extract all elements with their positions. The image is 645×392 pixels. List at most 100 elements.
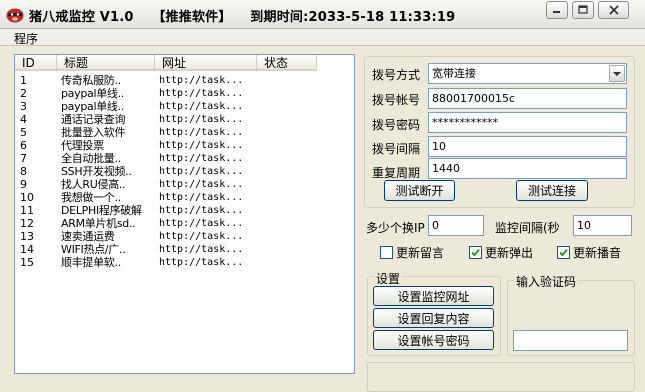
row-id: 10 [20,191,34,204]
table-row[interactable]: 6 代理投票 http://task... [15,139,354,152]
column-header-status[interactable]: 状态 [257,55,317,71]
column-header-url[interactable]: 网址 [155,55,257,71]
monitor-interval-input[interactable]: 10 [573,215,632,236]
menu-bar: 程序 [0,29,645,46]
row-url: http://task... [159,140,244,151]
checkbox-box[interactable] [557,246,570,259]
row-id: 8 [20,165,27,178]
table-row[interactable]: 1 传奇私服防.. http://task... [15,74,354,87]
repeat-cycle-input[interactable]: 1440 [428,158,627,179]
table-row[interactable]: 2 paypal单线.. http://task... [15,87,354,100]
row-title: 代理投票 [61,139,104,152]
dial-account-label: 拨号帐号 [372,93,421,107]
update-message-label: 更新留言 [396,246,445,260]
captcha-label: 输入验证码 [514,273,579,290]
table-row[interactable]: 9 找人RU侵高.. http://task... [15,178,354,191]
row-id: 11 [20,204,34,217]
minimize-button[interactable] [546,1,568,19]
checkbox-box[interactable] [469,246,482,259]
checkmark-icon [559,248,568,257]
row-title: WIFI热点/广.. [61,243,126,256]
chevron-down-icon [613,71,621,76]
minimize-icon [553,11,560,13]
table-row[interactable]: 4 通话记录查询 http://task... [15,113,354,126]
dial-password-label: 拨号密码 [372,118,421,132]
dropdown-button[interactable] [609,65,625,82]
row-title: 传奇私服防.. [61,74,121,87]
bottom-group [367,362,635,392]
checkbox-box[interactable] [380,246,393,259]
row-url: http://task... [159,153,244,164]
test-disconnect-button[interactable]: 测试断开 [384,180,455,201]
checkmark-icon [471,248,480,257]
row-id: 2 [20,87,27,100]
expiry-time: 到期时间:2033-5-18 11:33:19 [250,10,456,25]
row-id: 12 [20,217,34,230]
table-row[interactable]: 14 WIFI热点/广.. http://task... [15,243,354,256]
row-title: 全自动批量.. [61,152,121,165]
monitor-interval-label: 监控间隔(秒 [495,221,560,235]
dial-account-input[interactable]: 88001700015c [428,88,627,109]
table-row[interactable]: 15 顺丰提单软.. http://task... [15,256,354,269]
update-voice-label: 更新播音 [573,246,622,260]
close-icon [608,5,619,15]
row-title: 批量登入软件 [61,126,126,139]
settings-group-label: 设置 [374,270,403,287]
ip-switch-input[interactable]: 0 [428,215,484,236]
captcha-input[interactable] [513,330,628,351]
vendor-tag: 【推推软件】 [152,10,232,25]
table-row[interactable]: 8 SSH开发视频.. http://task... [15,165,354,178]
row-id: 5 [20,126,27,139]
dial-mode-label: 拨号方式 [372,68,421,82]
column-header-title[interactable]: 标题 [57,55,155,71]
row-id: 15 [20,256,34,269]
app-title: 猪八戒监控 V1.0 [29,10,134,25]
close-button[interactable] [598,1,629,19]
row-url: http://task... [159,205,244,216]
dial-interval-label: 拨号间隔 [372,142,421,156]
row-title: 速卖通运费 [61,230,115,243]
dial-mode-value: 宽带连接 [432,67,476,80]
task-list[interactable]: ID 标题 网址 状态 1 传奇私服防.. http://task... 2 paypa… [14,54,355,374]
table-row[interactable]: 3 paypal单线.. http://task... [15,100,354,113]
test-connect-button[interactable]: 测试连接 [516,180,588,201]
row-url: http://task... [159,257,244,268]
row-title: 找人RU侵高.. [61,178,126,191]
update-popup-checkbox[interactable]: 更新弹出 [469,244,533,261]
column-header-id[interactable]: ID [15,55,57,71]
row-url: http://task... [159,114,244,125]
update-popup-label: 更新弹出 [485,246,534,260]
dial-interval-input[interactable]: 10 [428,136,627,157]
pig-app-icon [6,6,24,23]
menu-item-program[interactable]: 程序 [14,30,38,47]
row-id: 6 [20,139,27,152]
row-title: 通话记录查询 [61,113,126,126]
title-bar[interactable]: 猪八戒监控 V1.0 【推推软件】 到期时间:2033-5-18 11:33:1… [0,0,645,29]
table-row[interactable]: 10 我想做一个.. http://task... [15,191,354,204]
row-id: 13 [20,230,34,243]
row-title: paypal单线.. [61,100,125,113]
row-title: 顺丰提单软.. [61,256,121,269]
update-voice-checkbox[interactable]: 更新播音 [557,244,621,261]
dial-password-input[interactable]: ************ [428,112,627,133]
set-account-password-button[interactable]: 设置帐号密码 [373,330,494,350]
row-title: ARM单片机sd.. [61,217,136,230]
table-row[interactable]: 5 批量登入软件 http://task... [15,126,354,139]
maximize-button[interactable] [572,1,594,19]
table-row[interactable]: 12 ARM单片机sd.. http://task... [15,217,354,230]
row-url: http://task... [159,231,244,242]
table-row[interactable]: 11 DELPHI程序破解 http://task... [15,204,354,217]
dial-mode-select[interactable]: 宽带连接 [428,63,627,84]
table-row[interactable]: 7 全自动批量.. http://task... [15,152,354,165]
row-id: 7 [20,152,27,165]
table-row[interactable]: 13 速卖通运费 http://task... [15,230,354,243]
row-url: http://task... [159,127,244,138]
update-message-checkbox[interactable]: 更新留言 [380,244,444,261]
set-reply-content-button[interactable]: 设置回复内容 [373,308,494,328]
row-url: http://task... [159,88,244,99]
row-url: http://task... [159,244,244,255]
set-monitor-url-button[interactable]: 设置监控网址 [373,286,494,306]
ip-switch-label: 多少个换IP [366,221,425,235]
row-id: 4 [20,113,27,126]
row-url: http://task... [159,179,244,190]
